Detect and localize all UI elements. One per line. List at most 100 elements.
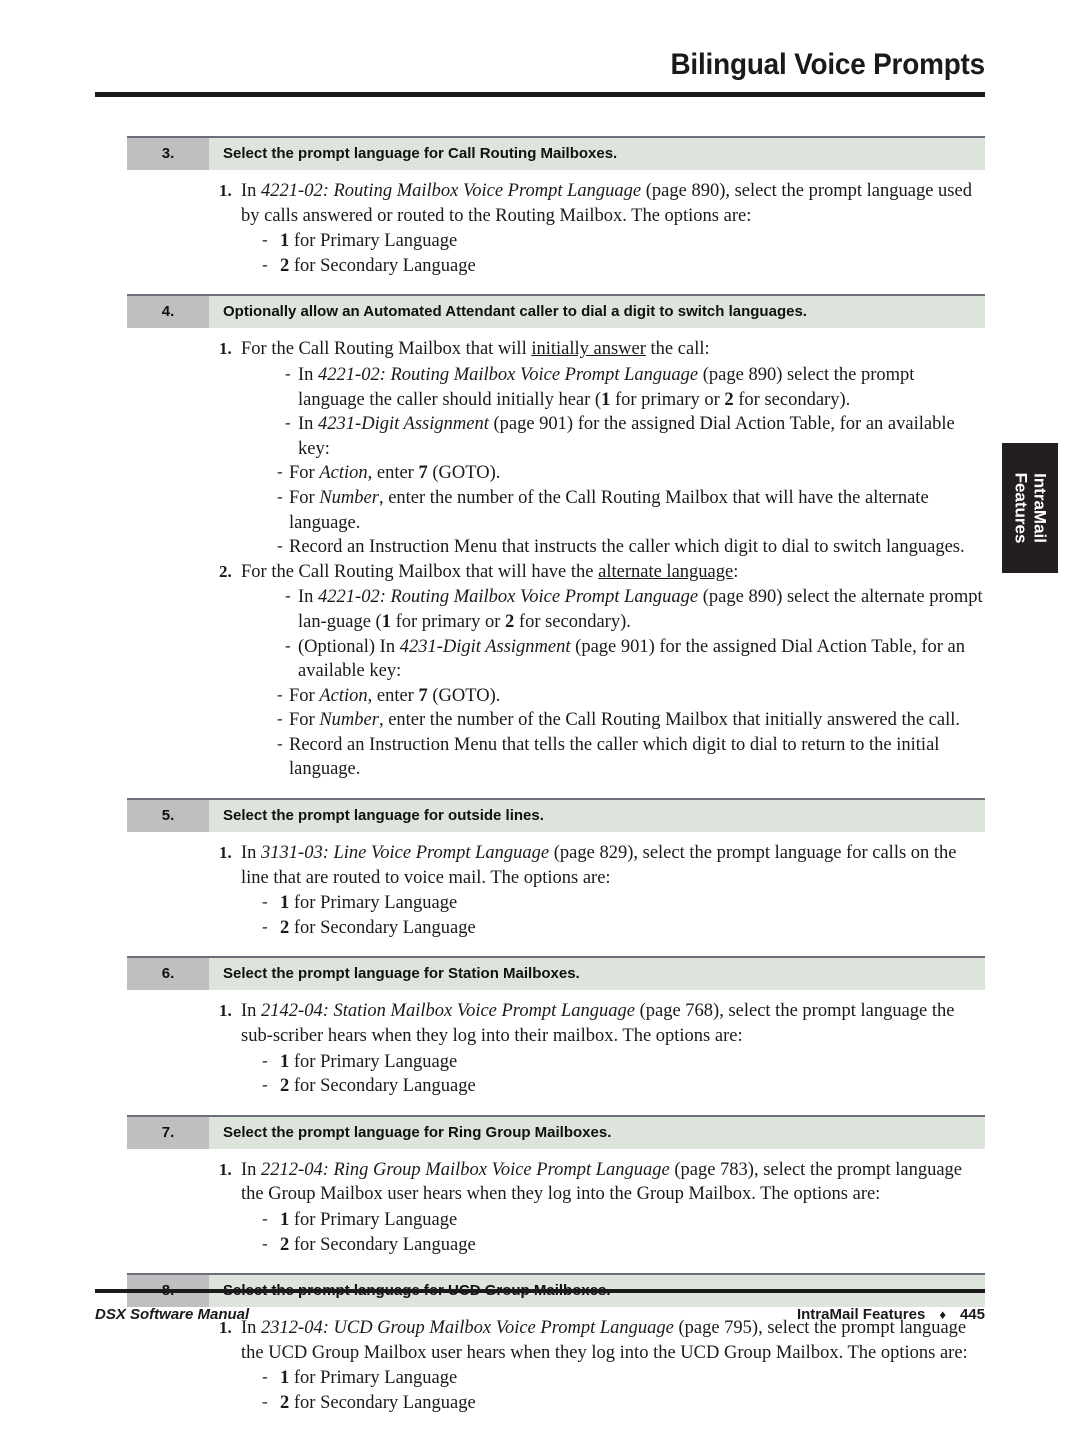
list-marker: -: [285, 413, 291, 433]
option-item: -1 for Primary Language: [262, 1208, 985, 1233]
sub-item: - In 4221-02: Routing Mailbox Voice Promp…: [285, 585, 985, 634]
list-text: 1 for Primary Language: [280, 231, 458, 252]
numbered-item: 1. In 4221-02: Routing Mailbox Voice Prom…: [219, 179, 985, 228]
option-item: -1 for Primary Language: [262, 229, 985, 254]
step-body: 1. For the Call Routing Mailbox that will…: [127, 328, 985, 798]
list-text: In 2142-04: Station Mailbox Voice Prompt…: [241, 1001, 955, 1047]
list-marker: -: [277, 733, 283, 753]
sub-sub-item: - Record an Instruction Menu that tells t…: [277, 733, 985, 782]
sub-item: - (Optional) In 4231-Digit Assignment (pa…: [285, 635, 985, 684]
list-marker: 2.: [219, 561, 232, 581]
option-item: -2 for Secondary Language: [262, 916, 985, 941]
page-footer: DSX Software Manual IntraMail Features ♦…: [95, 1289, 985, 1323]
list-marker: -: [262, 916, 268, 936]
list-text: In 4221-02: Routing Mailbox Voice Prompt…: [241, 181, 972, 226]
sub-sub-item: - Record an Instruction Menu that instruc…: [277, 535, 985, 560]
list-marker: 1.: [219, 843, 232, 863]
section-side-tab-label: IntraMail Features: [1011, 473, 1049, 544]
list-text: In 4221-02: Routing Mailbox Voice Prompt…: [298, 364, 915, 410]
numbered-item: 1. In 2212-04: Ring Group Mailbox Voice P…: [219, 1158, 985, 1207]
sub-sub-item: - For Number, enter the number of the Cal…: [277, 486, 985, 535]
sub-sub-item: - For Action, enter 7 (GOTO).: [277, 461, 985, 486]
list-text: For Number, enter the number of the Call…: [289, 487, 929, 533]
list-text: For the Call Routing Mailbox that will i…: [241, 339, 710, 360]
list-marker: -: [262, 1367, 268, 1387]
list-text: Record an Instruction Menu that tells th…: [289, 734, 940, 780]
step-header-bar: 4. Optionally allow an Automated Attendan…: [127, 294, 985, 329]
list-text: In 2312-04: UCD Group Mailbox Voice Prom…: [241, 1318, 968, 1363]
list-marker: -: [262, 1050, 268, 1070]
list-text: Record an Instruction Menu that instruct…: [289, 537, 965, 558]
option-item: -2 for Secondary Language: [262, 1233, 985, 1258]
option-item: -2 for Secondary Language: [262, 1391, 985, 1416]
step-number: 4.: [127, 296, 209, 329]
list-text: For Number, enter the number of the Call…: [289, 710, 961, 731]
list-text: For Action, enter 7 (GOTO).: [289, 685, 501, 706]
step-number: 5.: [127, 800, 209, 833]
step-body: 1. In 2212-04: Ring Group Mailbox Voice P…: [127, 1149, 985, 1273]
list-marker: -: [262, 1209, 268, 1228]
sub-sub-item: - For Action, enter 7 (GOTO).: [277, 684, 985, 709]
list-text: In 4221-02: Routing Mailbox Voice Prompt…: [298, 587, 983, 632]
footer-page-number: 445: [959, 1306, 985, 1323]
option-item: -2 for Secondary Language: [262, 254, 985, 279]
numbered-item: 2. For the Call Routing Mailbox that will…: [219, 560, 985, 585]
list-text: 2 for Secondary Language: [280, 255, 476, 276]
page-title: Bilingual Voice Prompts: [670, 48, 985, 81]
section-side-tab: IntraMail Features: [1002, 443, 1058, 573]
step-number: 6.: [127, 958, 209, 991]
option-item: -1 for Primary Language: [262, 1050, 985, 1075]
list-text: 1 for Primary Language: [280, 1368, 458, 1389]
list-marker: -: [262, 230, 268, 250]
list-marker: -: [262, 254, 268, 274]
step-body: 1. In 4221-02: Routing Mailbox Voice Prom…: [127, 170, 985, 294]
list-text: 1 for Primary Language: [280, 893, 458, 914]
list-marker: -: [285, 635, 291, 655]
list-text: For Action, enter 7 (GOTO).: [289, 463, 501, 484]
option-item: -2 for Secondary Language: [262, 1074, 985, 1099]
numbered-item: 1. In 3131-03: Line Voice Prompt Language…: [219, 841, 985, 890]
list-marker: -: [277, 462, 283, 482]
list-text: In 4231-Digit Assignment (page 901) for …: [298, 414, 955, 459]
list-text: 2 for Secondary Language: [280, 1392, 476, 1413]
step-number: 3.: [127, 138, 209, 170]
list-marker: -: [262, 1391, 268, 1411]
list-marker: -: [277, 709, 283, 729]
list-text: 1 for Primary Language: [280, 1051, 458, 1072]
list-marker: -: [277, 684, 283, 704]
numbered-item: 1. In 2142-04: Station Mailbox Voice Prom…: [219, 999, 985, 1048]
side-tab-line-2: Features: [1011, 472, 1030, 544]
list-marker: 1.: [219, 181, 232, 200]
page-header: Bilingual Voice Prompts: [95, 48, 985, 97]
list-marker: 1.: [219, 1159, 232, 1179]
sub-item: - In 4231-Digit Assignment (page 901) for…: [285, 412, 985, 461]
step-title: Select the prompt language for Station M…: [209, 958, 985, 991]
sub-sub-item: - For Number, enter the number of the Cal…: [277, 708, 985, 733]
list-marker: -: [285, 363, 291, 383]
list-text: 2 for Secondary Language: [280, 917, 476, 938]
step-title: Select the prompt language for outside l…: [209, 800, 985, 833]
footer-manual-title: DSX Software Manual: [95, 1306, 250, 1323]
diamond-icon: ♦: [939, 1307, 946, 1322]
list-marker: -: [277, 486, 283, 506]
list-marker: -: [262, 1233, 268, 1253]
step-number: 7.: [127, 1116, 209, 1149]
list-text: 2 for Secondary Language: [280, 1234, 476, 1255]
step-header-bar: 5. Select the prompt language for outside…: [127, 798, 985, 833]
list-marker: -: [262, 1075, 268, 1095]
list-marker: -: [277, 536, 283, 556]
step-header-bar: 7. Select the prompt language for Ring Gr…: [127, 1114, 985, 1149]
numbered-item: 1. For the Call Routing Mailbox that will…: [219, 337, 985, 362]
step-title: Select the prompt language for Ring Grou…: [209, 1116, 985, 1149]
list-text: 1 for Primary Language: [280, 1210, 458, 1230]
header-divider: [95, 92, 985, 97]
footer-divider: [95, 1289, 985, 1293]
option-item: -1 for Primary Language: [262, 891, 985, 916]
footer-section-name: IntraMail Features: [796, 1306, 926, 1323]
step-body: 1. In 2142-04: Station Mailbox Voice Prom…: [127, 990, 985, 1114]
list-marker: -: [262, 892, 268, 912]
side-tab-line-1: IntraMail: [1030, 473, 1050, 543]
list-text: (Optional) In 4231-Digit Assignment (pag…: [298, 636, 965, 682]
numbered-item: 1. In 2312-04: UCD Group Mailbox Voice Pr…: [219, 1316, 985, 1365]
step-title: Select the prompt language for Call Rout…: [209, 138, 985, 170]
